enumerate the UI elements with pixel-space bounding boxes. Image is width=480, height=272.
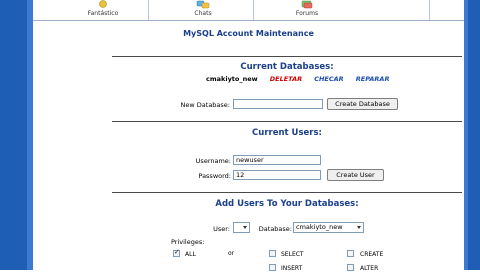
current-users-heading: Current Users:: [252, 128, 322, 138]
user-select[interactable]: [233, 222, 250, 233]
or-label: or: [228, 250, 235, 257]
privilege-select-label: SELECT: [281, 251, 304, 258]
check-database-link[interactable]: CHECAR: [314, 75, 343, 83]
privilege-create-label: CREATE: [360, 251, 384, 258]
tab-label: Forums: [295, 10, 319, 17]
tab-forums[interactable]: Forums: [277, 0, 337, 20]
forums-icon: [301, 0, 313, 9]
database-select[interactable]: cmakiyto_new: [293, 222, 364, 233]
username-input[interactable]: newuser: [233, 155, 321, 165]
chevron-down-icon: [243, 226, 247, 229]
tab-divider: [429, 0, 430, 20]
page-title: MySQL Account Maintenance: [183, 29, 314, 38]
add-users-heading: Add Users To Your Databases:: [215, 199, 359, 209]
repair-database-link[interactable]: REPARAR: [356, 75, 390, 83]
new-database-label: New Database:: [180, 101, 230, 109]
privilege-select-checkbox[interactable]: [269, 250, 276, 257]
tab-chats[interactable]: Chats: [173, 0, 233, 20]
create-database-button[interactable]: Create Database: [327, 98, 398, 110]
top-navigation: Fantástico Chats Forums: [33, 0, 464, 21]
privilege-all-label: ALL: [185, 251, 196, 258]
privileges-label: Privileges:: [171, 238, 205, 246]
username-label: Username:: [195, 157, 231, 165]
privilege-alter-label: ALTER: [360, 265, 379, 272]
create-user-button[interactable]: Create User: [327, 169, 384, 181]
divider: [112, 56, 462, 57]
new-database-input[interactable]: [233, 99, 323, 109]
tab-divider: [148, 0, 149, 20]
current-databases-heading: Current Databases:: [240, 62, 334, 72]
database-select-label: Database:: [258, 225, 292, 233]
privilege-create-checkbox[interactable]: [347, 250, 354, 257]
left-sidebar-border: [0, 0, 33, 270]
divider: [112, 192, 462, 193]
database-name: cmakiyto_new: [206, 75, 258, 83]
chevron-down-icon: [357, 226, 361, 229]
database-select-value: cmakiyto_new: [296, 223, 343, 231]
user-select-label: User:: [213, 225, 230, 233]
tab-divider: [253, 0, 254, 20]
divider: [112, 121, 462, 122]
privilege-insert-label: INSERT: [281, 265, 303, 272]
delete-database-link[interactable]: DELETAR: [270, 75, 302, 83]
right-sidebar-border: [464, 0, 480, 270]
tab-label: Fantástico: [87, 10, 119, 17]
database-row: cmakiyto_new DELETAR CHECAR REPARAR: [206, 75, 389, 83]
password-label: Password:: [198, 172, 231, 180]
privilege-all-checkbox[interactable]: [173, 248, 180, 257]
tab-fantastico[interactable]: Fantástico: [73, 0, 133, 20]
chats-icon: [196, 0, 210, 9]
password-input[interactable]: 12: [233, 170, 321, 180]
fantastico-icon: [99, 0, 107, 8]
tab-label: Chats: [194, 10, 212, 17]
